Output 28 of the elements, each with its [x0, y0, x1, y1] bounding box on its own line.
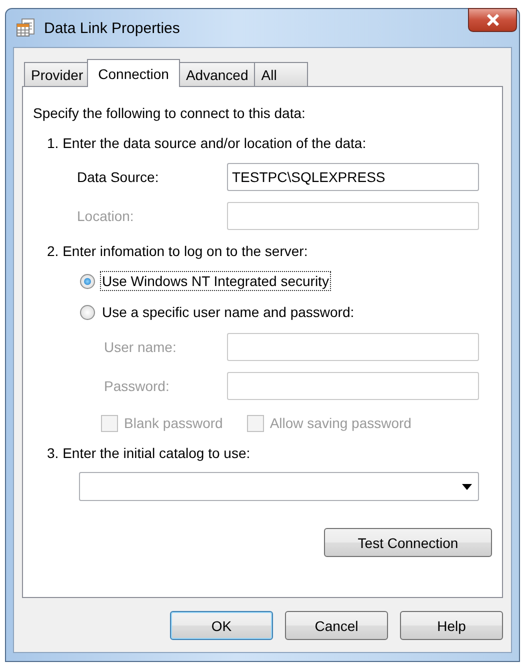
instruction-text: Specify the following to connect to this data: — [33, 104, 306, 122]
field-label: Data Source: — [77, 168, 160, 186]
close-icon — [486, 14, 500, 26]
dialog-button[interactable]: Help — [400, 611, 503, 640]
test-connection-button[interactable]: Test Connection — [324, 528, 492, 557]
close-button[interactable] — [468, 8, 517, 32]
radio-button[interactable] — [80, 274, 95, 288]
catalog-dropdown[interactable] — [79, 472, 479, 501]
field-label: Location: — [77, 207, 135, 225]
step-heading: 2. Enter infomation to log on to the server: — [47, 242, 308, 260]
tab[interactable]: Advanced — [178, 62, 256, 86]
tab[interactable]: All — [254, 62, 308, 86]
dropdown-arrow-icon — [462, 484, 472, 490]
input-field[interactable]: TESTPC\SQLEXPRESS — [227, 163, 479, 191]
option-label: Use a specific user name and password: — [101, 303, 356, 322]
checkbox-label: Allow saving password — [270, 414, 412, 432]
table-icon — [16, 18, 36, 38]
dialog-button[interactable]: OK — [170, 611, 273, 640]
field-label: User name: — [104, 338, 178, 356]
dialog-button[interactable]: Cancel — [285, 611, 388, 640]
step-heading: 3. Enter the initial catalog to use: — [47, 444, 250, 462]
radio-button[interactable] — [80, 304, 95, 320]
option-label: Use Windows NT Integrated security — [100, 271, 331, 291]
checkbox-label: Blank password — [124, 414, 223, 432]
window-title: Data Link Properties — [44, 20, 180, 36]
tab[interactable]: Connection — [87, 59, 180, 87]
field-label: Password: — [104, 377, 170, 395]
step-heading: 1. Enter the data source and/or location of the data: — [47, 134, 366, 152]
